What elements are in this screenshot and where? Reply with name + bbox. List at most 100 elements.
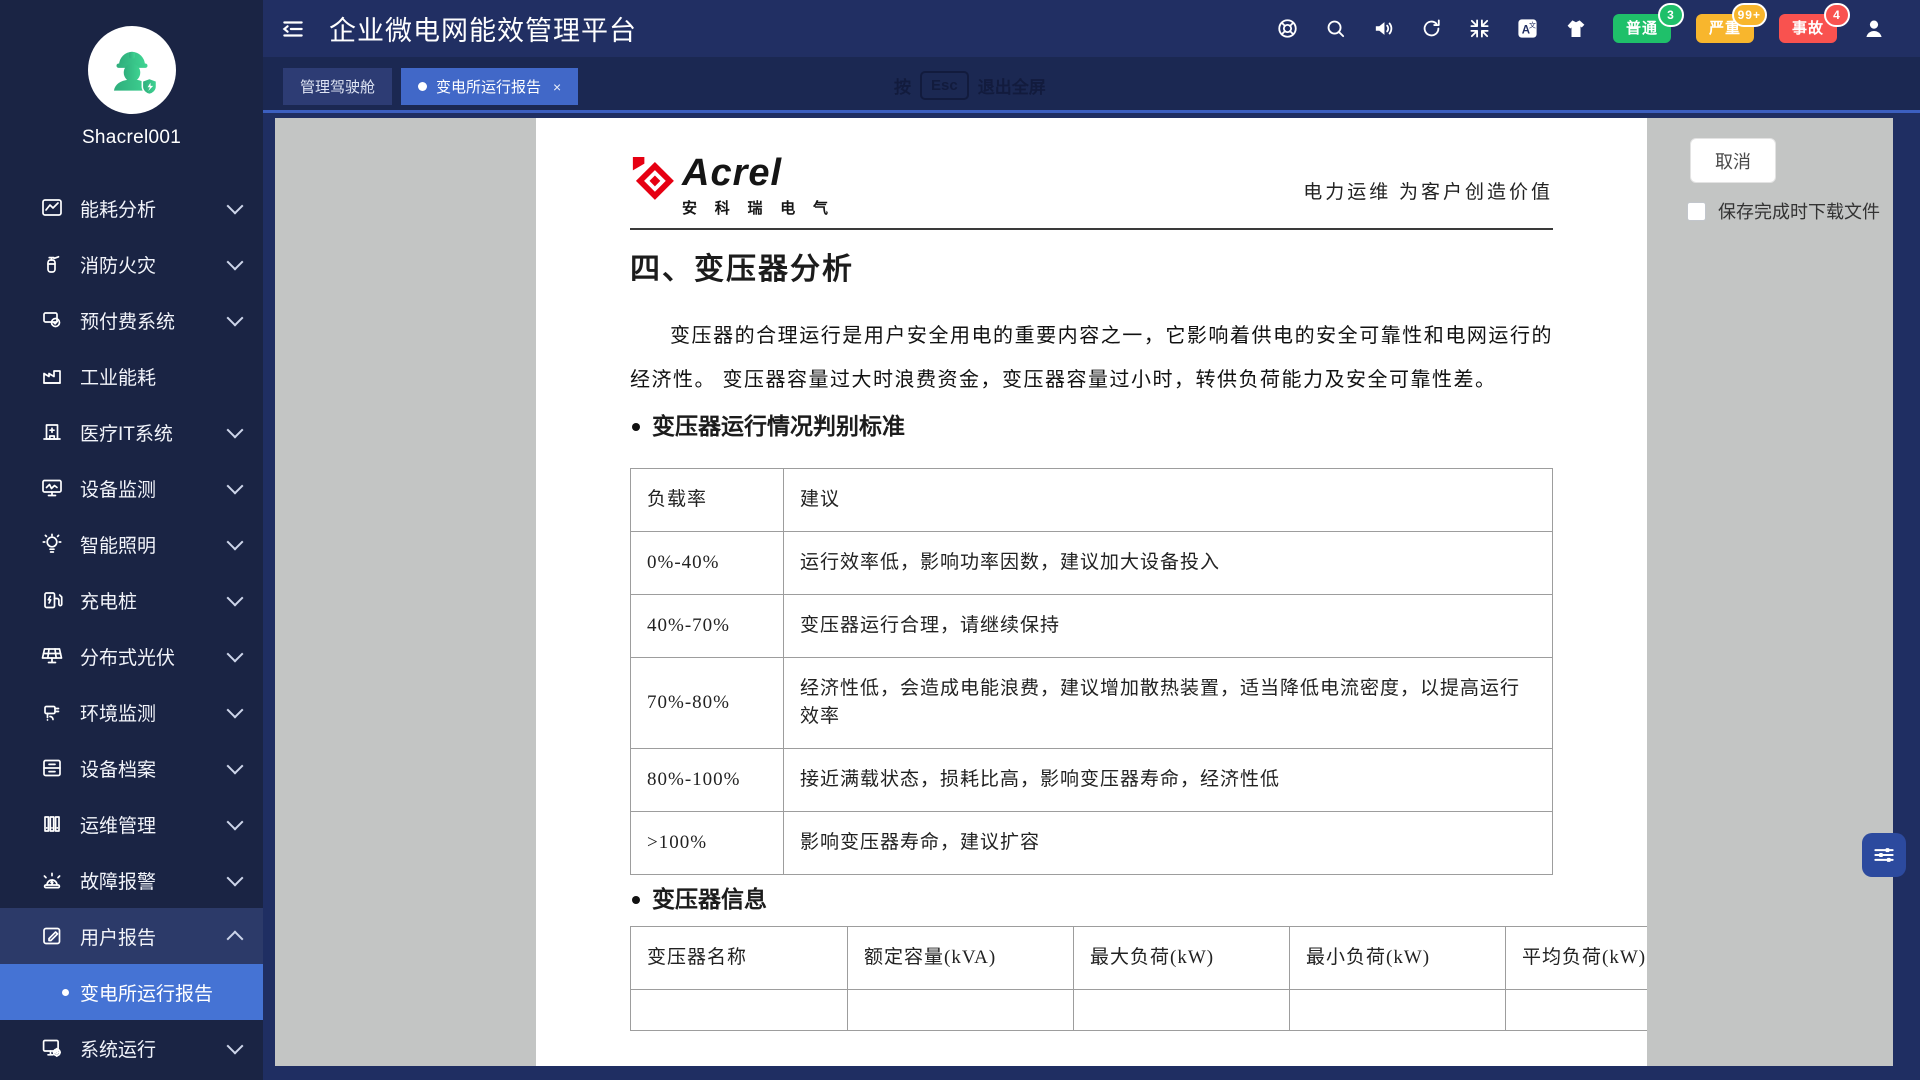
sidebar-item-3[interactable]: 工业能耗 [0,348,263,404]
subsection-title-1: 变压器运行情况判别标准 [630,412,1553,442]
table-cell: 影响变压器寿命，建议扩容 [784,812,1553,875]
report-header: Acrel 安 科 瑞 电 气 电力运维 为客户创造价值 [630,154,1553,218]
report-page: Acrel 安 科 瑞 电 气 电力运维 为客户创造价值 四、变压器分析 变压器… [536,118,1647,1066]
tab-label: 变电所运行报告 [436,76,541,97]
sidebar-item-label: 工业能耗 [80,363,241,390]
sidebar-item-label: 用户报告 [80,923,229,950]
ev-charger-icon [40,587,66,613]
chevron-down-icon [227,814,244,831]
sidebar-item-8[interactable]: 分布式光伏 [0,628,263,684]
sidebar-item-label: 预付费系统 [80,307,229,334]
table-cell: 负载率 [631,469,784,532]
table-cell [1290,990,1506,1031]
table-row: 70%-80%经济性低，会造成电能浪费，建议增加散热装置，适当降低电流密度，以提… [631,658,1553,749]
sidebar-item-5[interactable]: 设备监测 [0,460,263,516]
sidebar-item-9[interactable]: 环境监测 [0,684,263,740]
sidebar: Shacrel001 能耗分析消防火灾预付费系统工业能耗医疗IT系统设备监测智能… [0,0,263,1080]
smart-lighting-icon [40,531,66,557]
table-row: >100%影响变压器寿命，建议扩容 [631,812,1553,875]
sidebar-item-11[interactable]: 运维管理 [0,796,263,852]
tab-1[interactable]: 变电所运行报告 × [401,68,578,105]
subsection-title-2: 变压器信息 [630,885,1553,915]
table-header-cell: 变压器名称 [631,927,848,990]
environment-monitoring-icon [40,699,66,725]
sidebar-item-1[interactable]: 消防火灾 [0,236,263,292]
table-header-row: 变压器名称额定容量(kVA)最大负荷(kW)最小负荷(kW)平均负荷(kW) [631,927,1648,990]
user-icon[interactable] [1862,17,1886,41]
alarm-count-badge: 4 [1824,3,1850,27]
sidebar-item-10[interactable]: 设备档案 [0,740,263,796]
chevron-up-icon [227,931,244,948]
sidebar-item-2[interactable]: 预付费系统 [0,292,263,348]
search-icon[interactable] [1324,17,1347,40]
fullscreen-exit-hint: 按 Esc 退出全屏 [894,70,1046,100]
exit-fullscreen-icon[interactable] [1468,17,1491,40]
table-cell: 运行效率低，影响功率因数，建议加大设备投入 [784,532,1553,595]
volume-icon[interactable] [1372,17,1395,40]
system-running-icon [40,1035,66,1061]
alarm-badge-0[interactable]: 3普通 [1613,14,1671,43]
alarm-badge-1[interactable]: 99+严重 [1696,14,1754,43]
device-monitoring-icon [40,475,66,501]
brand-name: Acrel [682,154,835,192]
industrial-energy-icon [40,363,66,389]
download-checkbox[interactable] [1687,202,1706,221]
report-preview-area[interactable]: Acrel 安 科 瑞 电 气 电力运维 为客户创造价值 四、变压器分析 变压器… [275,118,1893,1066]
chevron-down-icon [227,646,244,663]
sidebar-item-label: 消防火灾 [80,251,229,278]
sidebar-item-14[interactable]: 系统运行 [0,1020,263,1076]
header-toolbar: A文 3普通 99+严重 4事故 [1276,14,1920,43]
tab-bar: 管理驾驶舱 变电所运行报告 × 按 Esc 退出全屏 [263,57,1920,110]
sidebar-item-13[interactable]: 用户报告 [0,908,263,964]
sidebar-item-0[interactable]: 能耗分析 [0,180,263,236]
tab-close-icon[interactable]: × [553,79,561,95]
table-cell [1506,990,1648,1031]
table-cell: 接近满载状态，损耗比高，影响变压器寿命，经济性低 [784,749,1553,812]
chevron-down-icon [227,198,244,215]
chevron-down-icon [227,534,244,551]
sidebar-item-4[interactable]: 医疗IT系统 [0,404,263,460]
sidebar-subitem-active[interactable]: 变电所运行报告 [0,964,263,1020]
sidebar-subitem-label: 变电所运行报告 [80,979,213,1006]
table-cell: 40%-70% [631,595,784,658]
support-icon[interactable] [1276,17,1299,40]
download-option-row[interactable]: 保存完成时下载文件 [1687,198,1880,224]
chevron-down-icon [227,1038,244,1055]
chevron-down-icon [227,870,244,887]
table-header-cell: 额定容量(kVA) [848,927,1074,990]
tab-label: 管理驾驶舱 [300,76,375,97]
fire-safety-icon [40,251,66,277]
cancel-button[interactable]: 取消 [1690,138,1776,183]
theme-icon[interactable] [1564,17,1588,41]
table-cell: >100% [631,812,784,875]
chevron-down-icon [227,478,244,495]
esc-key-label: Esc [920,71,969,100]
distributed-pv-icon [40,643,66,669]
refresh-icon[interactable] [1420,17,1443,40]
main-content: Acrel 安 科 瑞 电 气 电力运维 为客户创造价值 四、变压器分析 变压器… [263,113,1920,1080]
section-title: 四、变压器分析 [630,248,1553,292]
table-row [631,990,1648,1031]
table-cell: 80%-100% [631,749,784,812]
chevron-down-icon [227,422,244,439]
energy-analysis-icon [40,195,66,221]
tab-0[interactable]: 管理驾驶舱 [283,68,392,105]
operations-management-icon [40,811,66,837]
sidebar-item-6[interactable]: 智能照明 [0,516,263,572]
table-cell: 70%-80% [631,658,784,749]
sidebar-item-label: 故障报警 [80,867,229,894]
table-cell: 变压器运行合理，请继续保持 [784,595,1553,658]
username: Shacrel001 [0,127,263,149]
sidebar-item-7[interactable]: 充电桩 [0,572,263,628]
top-header: 企业微电网能效管理平台 A文3普通99+严重4事故 [263,0,1920,57]
menu-toggle-icon[interactable] [280,16,306,42]
report-settings-button[interactable] [1862,833,1906,877]
translate-icon[interactable]: A文 [1516,17,1539,40]
alarm-badge-2[interactable]: 4事故 [1779,14,1837,43]
sidebar-item-12[interactable]: 故障报警 [0,852,263,908]
table-cell [1074,990,1290,1031]
table-row: 80%-100%接近满载状态，损耗比高，影响变压器寿命，经济性低 [631,749,1553,812]
sidebar-item-label: 设备档案 [80,755,229,782]
svg-text:文: 文 [1529,21,1536,30]
sidebar-item-label: 智能照明 [80,531,229,558]
